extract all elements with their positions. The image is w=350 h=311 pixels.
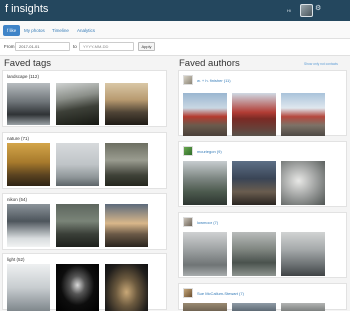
photo-thumbnail[interactable] [232, 232, 276, 276]
photo-thumbnail[interactable] [56, 143, 99, 186]
photo-thumbnail[interactable] [7, 143, 50, 186]
tab-f-like[interactable]: f like [3, 25, 21, 36]
photo-thumbnail[interactable] [232, 161, 276, 205]
from-label: From [4, 44, 15, 49]
photo-thumbnail[interactable] [7, 204, 50, 247]
photo-thumbnail[interactable] [105, 143, 148, 186]
tab-timeline[interactable]: Timeline [48, 25, 73, 36]
gear-icon[interactable]: ⚙ [315, 5, 321, 12]
show-only-contacts-link[interactable]: Show only not contacts [304, 62, 338, 66]
greeting: Hi [287, 8, 291, 13]
to-date-input[interactable]: YYYY-MM-DD [79, 42, 134, 51]
tag-label-light[interactable]: light (52) [7, 257, 25, 262]
from-date-input[interactable]: 2017-01-01 [15, 42, 70, 51]
author-avatar[interactable] [183, 75, 193, 85]
photo-thumbnail[interactable] [281, 232, 325, 276]
tag-label-nikon[interactable]: nikon (54) [7, 197, 27, 202]
author-avatar[interactable] [183, 217, 193, 227]
app-title[interactable]: f insights [5, 3, 48, 15]
photo-thumbnail[interactable] [7, 83, 50, 125]
tab-my-photos[interactable]: My photos [20, 25, 49, 36]
app-header: f insights Hi ⚙ [0, 0, 350, 21]
author-card: w. + h. finisher (11) [178, 70, 347, 136]
tag-card: light (52) [2, 253, 167, 311]
photo-thumbnail[interactable] [7, 264, 50, 311]
author-name[interactable]: mcuriegon (9) [197, 149, 222, 154]
photo-thumbnail[interactable] [105, 264, 148, 311]
photo-thumbnail[interactable] [56, 264, 99, 311]
tag-card: nature (71) [2, 132, 167, 189]
photo-thumbnail[interactable] [183, 93, 227, 136]
faved-authors-heading: Faved authors [179, 58, 240, 69]
to-label: to [73, 44, 77, 49]
user-avatar[interactable] [300, 4, 313, 17]
faved-tags-heading: Faved tags [4, 58, 51, 69]
tab-bar: f like My photos Timeline Analytics [0, 21, 350, 39]
photo-thumbnail[interactable] [232, 93, 276, 136]
author-card: Sue McCallum-Stewart (7) [178, 283, 347, 311]
tab-analytics[interactable]: Analytics [73, 25, 99, 36]
author-name[interactable]: lowmoor (7) [197, 220, 218, 225]
photo-thumbnail[interactable] [183, 232, 227, 276]
photo-thumbnail[interactable] [105, 83, 148, 125]
tag-card: nikon (54) [2, 193, 167, 250]
tag-card: landscape (112) [2, 70, 167, 127]
photo-thumbnail[interactable] [56, 204, 99, 247]
photo-thumbnail[interactable] [105, 204, 148, 247]
author-card: mcuriegon (9) [178, 141, 347, 207]
photo-thumbnail[interactable] [281, 93, 325, 136]
author-avatar[interactable] [183, 288, 193, 298]
author-name[interactable]: Sue McCallum-Stewart (7) [197, 291, 244, 296]
author-card: lowmoor (7) [178, 212, 347, 278]
photo-thumbnail[interactable] [56, 83, 99, 125]
author-avatar[interactable] [183, 146, 193, 156]
photo-thumbnail[interactable] [183, 161, 227, 205]
date-filter: From 2017-01-01 to YYYY-MM-DD Apply [0, 39, 350, 56]
author-name[interactable]: w. + h. finisher (11) [197, 78, 231, 83]
tag-label-landscape[interactable]: landscape (112) [7, 74, 39, 79]
apply-button[interactable]: Apply [138, 42, 155, 51]
photo-thumbnail[interactable] [281, 161, 325, 205]
tag-label-nature[interactable]: nature (71) [7, 136, 29, 141]
